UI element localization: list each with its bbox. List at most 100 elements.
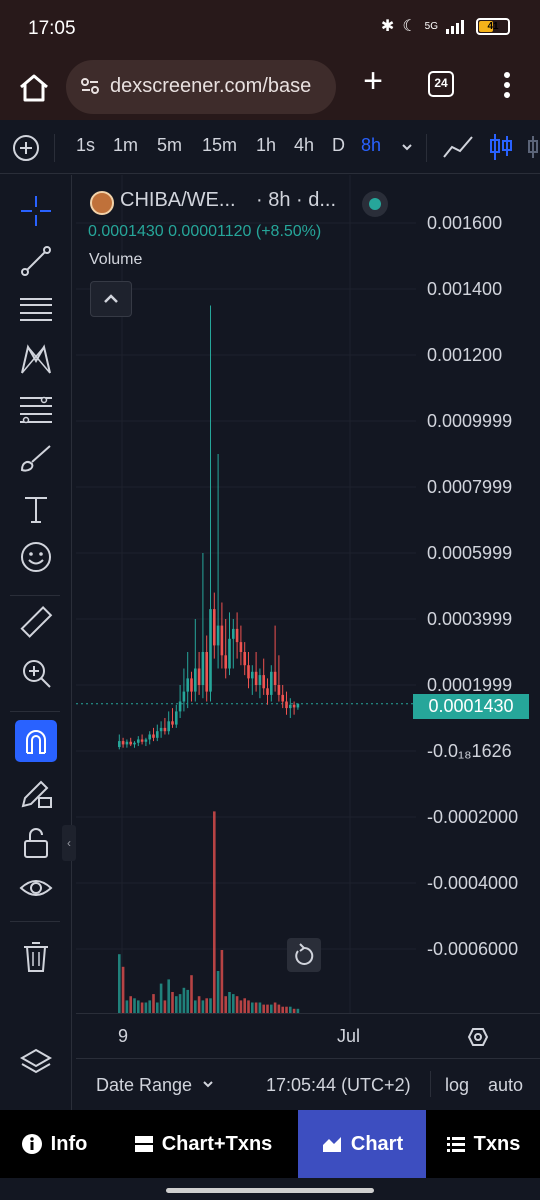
info-icon [21, 1134, 42, 1154]
timeframe-1m[interactable]: 1m [113, 135, 138, 156]
timeframe-d[interactable]: D [332, 135, 345, 156]
brush-tool[interactable] [14, 439, 58, 479]
object-tree-tool[interactable] [14, 1043, 58, 1083]
candle-body [228, 638, 231, 669]
candle-body [285, 701, 288, 709]
price-tick: -0.0006000 [427, 939, 519, 959]
volume-bar [266, 1004, 269, 1013]
volume-bar [186, 989, 189, 1013]
candle-body [140, 739, 144, 742]
volume-bar [140, 1002, 144, 1013]
candles-variant-icon[interactable] [526, 132, 540, 162]
chart-pane[interactable]: CHIBA/WE... · 8h · d... 0.0001430 0.0000… [76, 175, 540, 1055]
token-logo [90, 191, 114, 215]
timeframe-1s[interactable]: 1s [76, 135, 95, 156]
lock-all-tool[interactable] [14, 823, 58, 863]
add-symbol-icon[interactable] [12, 134, 40, 162]
tab-info[interactable]: Info [0, 1110, 108, 1178]
remove-drawings-tool[interactable] [14, 937, 58, 977]
volume-bar [201, 1000, 205, 1013]
reset-chart-button[interactable] [287, 938, 321, 972]
pattern-tool[interactable] [14, 339, 58, 379]
volume-bar [118, 954, 121, 1013]
brush-icon [20, 445, 51, 472]
timeframe-1h[interactable]: 1h [256, 135, 276, 156]
timeframe-dropdown-icon[interactable] [400, 140, 414, 154]
list-icon [446, 1137, 465, 1152]
more-menu-icon[interactable] [500, 70, 514, 100]
timezone-clock[interactable]: 17:05:44 (UTC+2) [266, 1075, 411, 1096]
address-bar[interactable]: dexscreener.com/base [66, 60, 336, 114]
log-scale-toggle[interactable]: log [445, 1075, 469, 1096]
volume-bar [178, 994, 182, 1013]
candle-body [213, 609, 216, 646]
candle-body [186, 678, 189, 692]
candle-body [270, 671, 273, 695]
date-range-label: Date Range [96, 1075, 193, 1095]
price-tick: 0.0009999 [427, 411, 513, 431]
candle-body [281, 694, 284, 702]
timeframe-5m[interactable]: 5m [157, 135, 182, 156]
volume-bar [137, 1000, 140, 1013]
collapse-legend-button[interactable] [90, 281, 132, 317]
volume-bar [251, 1002, 254, 1013]
timeframe-8h[interactable]: 8h [361, 135, 381, 156]
volume-bar [220, 950, 224, 1013]
unlock-icon [24, 828, 48, 858]
candle-body [243, 652, 246, 666]
horizontal-lines-tool[interactable] [14, 289, 58, 329]
collapse-toolbar-button[interactable]: ‹ [62, 825, 76, 861]
battery-level: 41 [487, 20, 499, 32]
chart-txns-icon [134, 1136, 153, 1152]
volume-bar [262, 1004, 265, 1013]
legend-interval: · 8h · d... [256, 189, 337, 211]
trend-line-tool[interactable] [14, 241, 58, 281]
candle-body [167, 721, 170, 732]
tab-chart[interactable]: Chart [298, 1110, 426, 1178]
crosshair-tool[interactable] [14, 191, 58, 231]
chart-settings-icon[interactable] [467, 1026, 489, 1048]
lock-drawing-tool[interactable] [14, 773, 58, 813]
hide-drawings-tool[interactable] [14, 869, 58, 909]
price-tick: -0.0004000 [427, 873, 519, 893]
date-range-button[interactable]: Date Range [96, 1075, 215, 1096]
last-price-tag: 0.0001430 [413, 694, 529, 719]
timeframe-4h[interactable]: 4h [294, 135, 314, 156]
battery-icon: 41 [476, 17, 510, 35]
candle-body [251, 671, 254, 679]
magnet-tool[interactable] [15, 720, 57, 762]
candles-icon[interactable] [488, 132, 514, 162]
candle-body [277, 685, 281, 695]
volume-bar [121, 966, 125, 1013]
site-settings-icon[interactable] [80, 76, 100, 96]
price-tick: 0.001600 [427, 213, 503, 233]
line-chart-icon[interactable] [442, 133, 474, 161]
text-tool[interactable] [14, 489, 58, 529]
price-tick: 0.0001999 [427, 675, 513, 695]
candle-body [190, 678, 193, 692]
tab-chart-txns[interactable]: Chart+Txns [108, 1110, 298, 1178]
auto-scale-toggle[interactable]: auto [488, 1075, 523, 1096]
tab-label: Info [50, 1132, 88, 1155]
home-icon[interactable] [14, 68, 54, 108]
time-tick: Jul [337, 1026, 361, 1046]
market-status-indicator [362, 191, 388, 217]
ruler-tool[interactable] [14, 603, 58, 643]
network-type: 5G [424, 20, 438, 32]
tab-switcher-button[interactable]: 24 [428, 71, 454, 97]
pair-name[interactable]: CHIBA/WE... [120, 189, 236, 212]
price-tick: 0.0007999 [427, 477, 513, 497]
candle-body [163, 727, 167, 732]
chart-bottom-bar: Date Range 17:05:44 (UTC+2) log auto [76, 1058, 540, 1110]
candle-body [156, 731, 159, 738]
zoom-tool[interactable] [14, 653, 58, 693]
candle-body [205, 652, 208, 692]
emoji-tool[interactable] [14, 537, 58, 577]
new-tab-button[interactable]: + [356, 64, 390, 100]
tab-txns[interactable]: Txns [426, 1110, 540, 1178]
moon-icon: ☾ [402, 18, 417, 35]
time-axis[interactable]: 9 Jul [76, 1013, 540, 1055]
volume-bar [163, 1000, 167, 1013]
timeframe-15m[interactable]: 15m [202, 135, 237, 156]
fib-tool[interactable] [14, 389, 58, 429]
